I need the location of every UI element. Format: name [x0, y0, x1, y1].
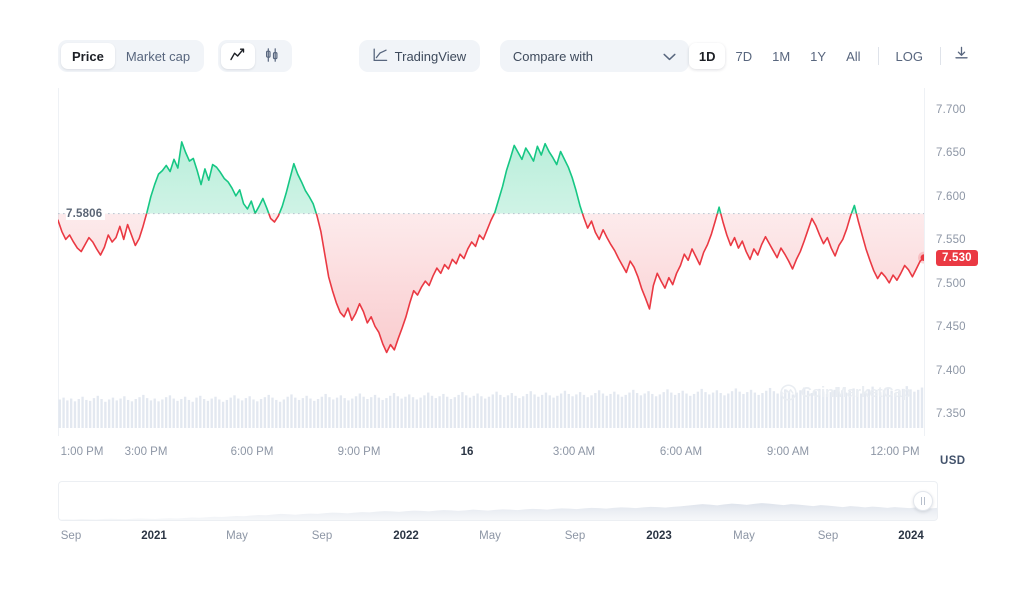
download-icon — [954, 46, 969, 66]
navigator-overview-svg — [59, 503, 937, 520]
y-axis-tick: 7.350 — [936, 408, 966, 421]
tab-market-cap[interactable]: Market cap — [115, 43, 201, 69]
tradingview-icon — [373, 48, 388, 65]
range-button-1y[interactable]: 1Y — [800, 43, 836, 69]
navigator-axis-tick: Sep — [817, 530, 839, 542]
price-chart-widget: Price Market cap TradingView Compare wit… — [0, 0, 1024, 597]
x-axis-tick: 9:00 PM — [337, 446, 381, 458]
x-axis-labels: 1:00 PM 3:00 PM 6:00 PM 9:00 PM 16 3:00 AM 6:0… — [0, 446, 1024, 466]
navigator-axis-labels: Sep 2021 May Sep 2022 May Sep 2023 May Sep 2024 — [0, 530, 1024, 550]
x-axis-tick: 3:00 PM — [124, 446, 168, 458]
navigator-axis-tick: Sep — [60, 530, 82, 542]
compare-with-label: Compare with — [512, 48, 594, 64]
y-axis-tick: 7.550 — [936, 234, 966, 247]
range-button-7d[interactable]: 7D — [725, 43, 762, 69]
x-axis-tick: 16 — [460, 446, 474, 458]
x-axis-tick: 3:00 AM — [552, 446, 596, 458]
metric-toggle-group: Price Market cap — [58, 40, 205, 72]
chart-toolbar: Price Market cap TradingView Compare wit… — [58, 38, 974, 74]
x-axis-tick: 9:00 AM — [766, 446, 810, 458]
x-axis-tick: 6:00 PM — [230, 446, 274, 458]
chart-type-toggle-group — [217, 40, 292, 72]
range-navigator[interactable] — [58, 481, 938, 521]
navigator-right-handle[interactable] — [913, 491, 933, 511]
y-axis-tick: 7.400 — [936, 364, 966, 377]
y-axis-labels: 7.700 7.650 7.600 7.550 7.500 7.450 7.400 7.350… — [936, 88, 1024, 436]
toolbar-divider-2 — [940, 47, 941, 65]
range-button-1m[interactable]: 1M — [762, 43, 800, 69]
price-chart-svg — [58, 141, 924, 428]
plot-right-border — [924, 88, 925, 436]
navigator-axis-tick: May — [226, 530, 248, 542]
tab-price[interactable]: Price — [61, 43, 115, 69]
navigator-axis-tick: 2021 — [141, 530, 167, 542]
toolbar-divider-1 — [877, 47, 879, 65]
x-axis-tick: 6:00 AM — [659, 446, 703, 458]
candlestick-chart-icon — [264, 47, 280, 65]
navigator-axis-tick: May — [479, 530, 501, 542]
x-axis-tick: 1:00 PM — [60, 446, 104, 458]
line-chart-icon — [230, 48, 245, 64]
chevron-down-icon — [663, 49, 676, 64]
navigator-axis-tick: 2023 — [646, 530, 672, 542]
reference-price-label: 7.5806 — [66, 208, 106, 220]
navigator-axis-tick: 2022 — [393, 530, 419, 542]
time-range-group: 1D 7D 1M 1Y All LOG — [688, 43, 974, 69]
compare-with-dropdown[interactable]: Compare with — [499, 40, 689, 72]
x-axis-tick: 12:00 PM — [870, 446, 920, 458]
line-chart-button[interactable] — [220, 43, 255, 69]
y-axis-tick: 7.450 — [936, 321, 966, 334]
current-price-badge: 7.530 — [936, 249, 978, 266]
y-axis-tick: 7.650 — [936, 147, 966, 160]
range-button-all[interactable]: All — [836, 43, 870, 69]
navigator-axis-tick: May — [733, 530, 755, 542]
download-button[interactable] — [948, 43, 974, 69]
range-button-1d[interactable]: 1D — [688, 43, 726, 69]
navigator-axis-tick: 2024 — [898, 530, 924, 542]
y-axis-tick: 7.600 — [936, 190, 966, 203]
navigator-axis-tick: Sep — [311, 530, 333, 542]
y-axis-tick: 7.500 — [936, 277, 966, 290]
y-axis-tick: 7.700 — [936, 103, 966, 116]
tradingview-label: TradingView — [394, 48, 467, 64]
navigator-axis-tick: Sep — [564, 530, 586, 542]
candlestick-chart-button[interactable] — [255, 43, 289, 69]
price-chart-plot[interactable] — [58, 88, 924, 436]
price-area-fill — [58, 141, 924, 353]
tradingview-button[interactable]: TradingView — [358, 40, 481, 72]
volume-bars — [58, 386, 924, 428]
log-scale-button[interactable]: LOG — [886, 43, 933, 69]
